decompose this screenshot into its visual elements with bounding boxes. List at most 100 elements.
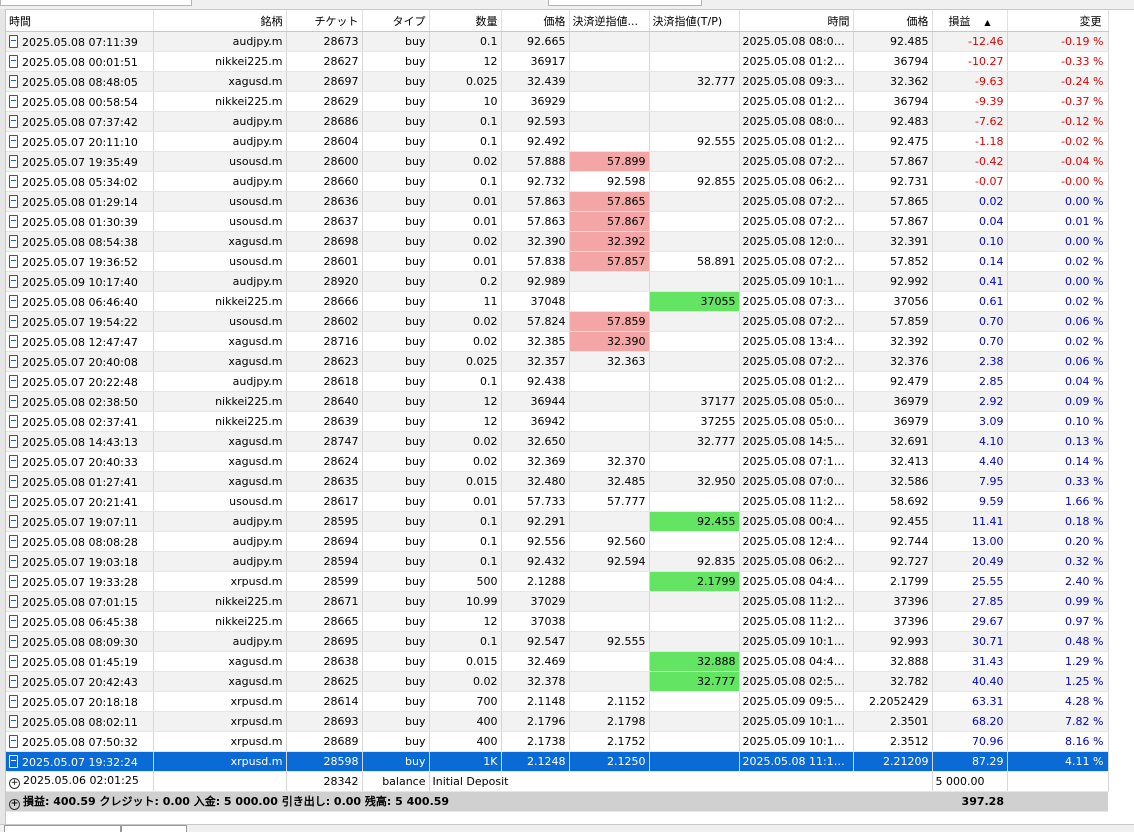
trade-symbol: nikkei225.m [153,611,287,632]
col-header-profit[interactable]: 損益 ▲ [932,10,1008,32]
col-header-change[interactable]: 変更 [1007,10,1109,32]
table-row[interactable]: 2025.05.08 05:34:02 audjpy.m 28660 buy 0.1 92… [6,171,1109,192]
balance-time: 2025.05.06 02:01:25 [23,774,139,787]
trade-change: 0.00 % [1007,231,1109,252]
table-row[interactable]: 2025.05.07 20:40:08 xagusd.m 28623 buy 0.025… [6,351,1109,372]
trade-time-text: 2025.05.07 20:42:43 [22,675,138,689]
table-row[interactable]: 2025.05.08 12:47:47 xagusd.m 28716 buy 0.02 3… [6,331,1109,352]
table-row[interactable]: 2025.05.07 20:22:48 audjpy.m 28618 buy 0.1 92… [6,371,1109,392]
balance-row[interactable]: +2025.05.06 02:01:25 28342 balance Initi… [6,771,1109,792]
trade-change: -0.33 % [1007,51,1109,72]
col-header-close-time[interactable]: 時間 [739,10,854,32]
col-header-sl[interactable]: 決済逆指値... [569,10,650,32]
table-row[interactable]: 2025.05.08 02:38:50 nikkei225.m 28640 buy 12… [6,391,1109,412]
table-row[interactable]: 2025.05.07 19:32:24 xrpusd.m 28598 buy 1K 2.1… [6,751,1109,772]
trade-close-time: 2025.05.08 07:00:58 [739,471,854,492]
table-row[interactable]: 2025.05.07 19:07:11 audjpy.m 28595 buy 0.1 92… [6,511,1109,532]
trade-type: buy [362,111,430,132]
col-header-time[interactable]: 時間 [6,10,154,32]
table-row[interactable]: 2025.05.07 20:11:10 audjpy.m 28604 buy 0.1 92… [6,131,1109,152]
table-row[interactable]: 2025.05.08 01:29:14 usousd.m 28636 buy 0.01 5… [6,191,1109,212]
table-row[interactable]: 2025.05.08 06:45:38 nikkei225.m 28665 buy 12… [6,611,1109,632]
table-row[interactable]: 2025.05.07 19:54:22 usousd.m 28602 buy 0.02 5… [6,311,1109,332]
trade-time: 2025.05.07 19:54:22 [6,311,154,332]
trade-profit: -0.42 [932,151,1008,172]
col-header-close-price[interactable]: 価格 [853,10,933,32]
table-row[interactable]: 2025.05.08 00:01:51 nikkei225.m 28627 buy 12… [6,51,1109,72]
table-row[interactable]: 2025.05.07 19:03:18 audjpy.m 28594 buy 0.1 92… [6,551,1109,572]
trade-time: 2025.05.07 19:03:18 [6,551,154,572]
trade-sl: 57.899 [569,151,650,172]
table-row[interactable]: 2025.05.08 07:11:39 audjpy.m 28673 buy 0.1 92… [6,31,1109,52]
table-row[interactable]: 2025.05.07 19:35:49 usousd.m 28600 buy 0.02 5… [6,151,1109,172]
trade-profit: -9.39 [932,91,1008,112]
top-tab-active[interactable] [548,0,702,6]
table-row[interactable]: 2025.05.08 08:48:05 xagusd.m 28697 buy 0.025… [6,71,1109,92]
trade-sl [569,31,650,52]
table-row[interactable]: 2025.05.07 19:36:52 usousd.m 28601 buy 0.01 5… [6,251,1109,272]
trade-time: 2025.05.07 20:40:33 [6,451,154,472]
trade-price: 57.838 [501,251,570,272]
table-row[interactable]: 2025.05.07 20:42:43 xagusd.m 28625 buy 0.02 3… [6,671,1109,692]
table-row[interactable]: 2025.05.08 01:27:41 xagusd.m 28635 buy 0.015… [6,471,1109,492]
col-header-type[interactable]: タイプ [362,10,430,32]
table-row[interactable]: 2025.05.08 02:37:41 nikkei225.m 28639 buy 12… [6,411,1109,432]
table-row[interactable]: 2025.05.08 01:30:39 usousd.m 28637 buy 0.01 5… [6,211,1109,232]
table-row[interactable]: 2025.05.09 10:17:40 audjpy.m 28920 buy 0.2 92… [6,271,1109,292]
table-row[interactable]: 2025.05.08 08:54:38 xagusd.m 28698 buy 0.02 3… [6,231,1109,252]
trade-tp [649,111,740,132]
document-icon [9,74,18,88]
trade-time: 2025.05.08 08:54:38 [6,231,154,252]
balance-ticket: 28342 [286,771,363,792]
top-tab[interactable] [0,0,192,6]
trade-close-time: 2025.05.08 01:26:41 [739,91,854,112]
trade-volume: 0.01 [429,211,502,232]
table-row[interactable]: 2025.05.08 08:09:30 audjpy.m 28695 buy 0.1 92… [6,631,1109,652]
trade-sl: 2.1152 [569,691,650,712]
trade-time: 2025.05.08 06:46:40 [6,291,154,312]
table-row[interactable]: 2025.05.08 08:02:11 xrpusd.m 28693 buy 400 2.… [6,711,1109,732]
document-icon [9,594,18,608]
table-row[interactable]: 2025.05.07 20:18:18 xrpusd.m 28614 buy 700 2.… [6,691,1109,712]
trade-price: 92.291 [501,511,570,532]
trade-price: 2.1248 [501,751,570,772]
table-row[interactable]: 2025.05.08 07:37:42 audjpy.m 28686 buy 0.1 92… [6,111,1109,132]
table-row[interactable]: 2025.05.08 08:08:28 audjpy.m 28694 buy 0.1 92… [6,531,1109,552]
trade-tp [649,311,740,332]
trade-volume: 0.1 [429,531,502,552]
trade-symbol: audjpy.m [153,131,287,152]
trade-time-text: 2025.05.07 20:11:10 [22,135,138,149]
col-header-price[interactable]: 価格 [501,10,570,32]
trade-type: buy [362,411,430,432]
document-icon [9,154,18,168]
col-header-ticket[interactable]: チケット [286,10,363,32]
trade-close-price: 32.691 [853,431,933,452]
trade-change: 0.01 % [1007,211,1109,232]
trade-change: -0.12 % [1007,111,1109,132]
table-row[interactable]: 2025.05.08 00:58:54 nikkei225.m 28629 buy 10… [6,91,1109,112]
table-row[interactable]: 2025.05.08 01:45:19 xagusd.m 28638 buy 0.015… [6,651,1109,672]
trade-price: 57.863 [501,211,570,232]
col-header-volume[interactable]: 数量 [429,10,502,32]
table-row[interactable]: 2025.05.08 07:50:32 xrpusd.m 28689 buy 400 2.… [6,731,1109,752]
trade-tp [649,751,740,772]
summary-expand-icon[interactable]: + [9,799,20,810]
trade-close-time: 2025.05.08 11:10:59 [739,751,854,772]
trade-time: 2025.05.08 02:37:41 [6,411,154,432]
table-row[interactable]: 2025.05.07 19:33:28 xrpusd.m 28599 buy 500 2.… [6,571,1109,592]
document-icon [9,714,18,728]
table-row[interactable]: 2025.05.08 07:01:15 nikkei225.m 28671 buy 10… [6,591,1109,612]
trade-volume: 12 [429,411,502,432]
table-row[interactable]: 2025.05.08 06:46:40 nikkei225.m 28666 buy 11… [6,291,1109,312]
col-header-tp[interactable]: 決済指値(T/P) [649,10,740,32]
expand-icon[interactable]: + [9,778,20,789]
table-row[interactable]: 2025.05.08 14:43:13 xagusd.m 28747 buy 0.02 3… [6,431,1109,452]
trade-change: 0.97 % [1007,611,1109,632]
trade-change: 0.32 % [1007,551,1109,572]
table-row[interactable]: 2025.05.07 20:40:33 xagusd.m 28624 buy 0.02 3… [6,451,1109,472]
trade-type: buy [362,211,430,232]
col-header-symbol[interactable]: 銘柄 [153,10,287,32]
trade-time: 2025.05.08 08:09:30 [6,631,154,652]
trade-tp [649,331,740,352]
table-row[interactable]: 2025.05.07 20:21:41 usousd.m 28617 buy 0.01 5… [6,491,1109,512]
